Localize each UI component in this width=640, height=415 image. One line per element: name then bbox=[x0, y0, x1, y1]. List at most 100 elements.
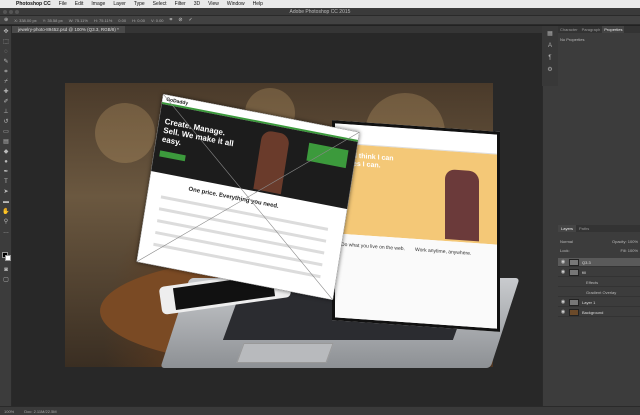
background-color-swatch[interactable] bbox=[5, 255, 11, 261]
commit-transform-icon[interactable]: ✓ bbox=[189, 17, 193, 23]
zoom-window-icon[interactable] bbox=[15, 10, 19, 14]
layer-row[interactable]: ◉ Q3.3 bbox=[558, 258, 640, 267]
layer-row[interactable]: ◉ fill bbox=[558, 268, 640, 277]
layer-name: Layer 1 bbox=[582, 300, 596, 305]
menu-view[interactable]: View bbox=[204, 1, 223, 7]
window-title-bar: Adobe Photoshop CC 2015 bbox=[0, 8, 640, 16]
minimize-window-icon[interactable] bbox=[9, 10, 13, 14]
tab-character[interactable]: Character bbox=[558, 26, 580, 33]
history-brush-tool-icon[interactable]: ↺ bbox=[2, 118, 10, 126]
properties-panel-tabs: Character Paragraph Properties bbox=[558, 26, 640, 33]
layer-effect-name: Gradient Overlay bbox=[586, 290, 617, 295]
eye-icon[interactable]: ◉ bbox=[560, 268, 566, 277]
lock-label: Lock: bbox=[560, 248, 570, 253]
warp-icon[interactable]: ⌗ bbox=[170, 17, 173, 23]
layers-panel-tabs: Layers Paths bbox=[558, 225, 640, 232]
zoom-tool-icon[interactable]: ⚲ bbox=[2, 218, 10, 226]
eyedropper-tool-icon[interactable]: ⌿ bbox=[2, 78, 10, 86]
transform-tool-icon[interactable]: ⊕ bbox=[4, 17, 8, 23]
eye-icon[interactable]: ◉ bbox=[560, 258, 566, 267]
zoom-level[interactable]: 100% bbox=[4, 409, 14, 414]
width-field[interactable]: W: 75.11% bbox=[69, 18, 88, 23]
menu-file[interactable]: File bbox=[55, 1, 71, 7]
properties-panel-icon[interactable]: ⚙ bbox=[546, 66, 554, 74]
h-skew-field[interactable]: H: 0.00 bbox=[132, 18, 145, 23]
blend-mode-select[interactable]: Normal bbox=[560, 239, 573, 245]
crop-tool-icon[interactable]: ⌗ bbox=[2, 68, 10, 76]
layer-row[interactable]: ◉ Background bbox=[558, 308, 640, 317]
layer-lock-row: Lock: Fill: 100% bbox=[560, 248, 638, 254]
opacity-field[interactable]: Opacity: 100% bbox=[612, 239, 638, 245]
menu-window[interactable]: Window bbox=[223, 1, 249, 7]
x-position-field[interactable]: X: 338.00 px bbox=[14, 18, 36, 23]
eye-icon[interactable]: ◉ bbox=[560, 298, 566, 307]
v-skew-field[interactable]: V: 0.00 bbox=[151, 18, 164, 23]
pen-tool-icon[interactable]: ✒ bbox=[2, 168, 10, 176]
layer-thumbnail bbox=[569, 309, 579, 316]
path-select-tool-icon[interactable]: ➤ bbox=[2, 188, 10, 196]
layer-thumbnail bbox=[569, 259, 579, 266]
height-field[interactable]: H: 75.11% bbox=[94, 18, 112, 23]
menu-image[interactable]: Image bbox=[87, 1, 109, 7]
layer-blend-row: Normal Opacity: 100% bbox=[560, 239, 638, 245]
menu-select[interactable]: Select bbox=[149, 1, 171, 7]
paragraph-panel-icon[interactable]: ¶ bbox=[546, 54, 554, 62]
tab-paragraph[interactable]: Paragraph bbox=[580, 26, 603, 33]
menu-help[interactable]: Help bbox=[249, 1, 267, 7]
menu-app-name[interactable]: Photoshop CC bbox=[12, 1, 55, 7]
character-panel-icon[interactable]: A bbox=[546, 42, 554, 50]
window-title: Adobe Photoshop CC 2015 bbox=[289, 9, 351, 15]
menu-layer[interactable]: Layer bbox=[109, 1, 130, 7]
options-bar: ⊕ X: 338.00 px Y: 35.58 px W: 75.11% H: … bbox=[0, 16, 640, 25]
layer-thumbnail bbox=[569, 269, 579, 276]
layer-name: fill bbox=[582, 270, 586, 275]
lasso-tool-icon[interactable]: ◌ bbox=[2, 48, 10, 56]
healing-tool-icon[interactable]: ✚ bbox=[2, 88, 10, 96]
layer-effects-row[interactable]: Effects bbox=[558, 278, 640, 287]
type-tool-icon[interactable]: T bbox=[2, 178, 10, 186]
more-tools-icon[interactable]: … bbox=[2, 228, 10, 236]
laptop-trackpad bbox=[236, 343, 334, 363]
angle-field[interactable]: 0.00 bbox=[118, 18, 126, 23]
y-position-field[interactable]: Y: 35.58 px bbox=[43, 18, 63, 23]
tab-properties[interactable]: Properties bbox=[602, 26, 625, 33]
menu-bar: Photoshop CC File Edit Image Layer Type … bbox=[0, 0, 640, 8]
gradient-tool-icon[interactable]: ▤ bbox=[2, 138, 10, 146]
eye-icon[interactable]: ◉ bbox=[560, 308, 566, 317]
menu-type[interactable]: Type bbox=[130, 1, 149, 7]
layer-row[interactable]: ◉ Layer 1 bbox=[558, 298, 640, 307]
move-tool-icon[interactable]: ✥ bbox=[2, 28, 10, 36]
layer-name: Q3.3 bbox=[582, 260, 591, 265]
tab-layers[interactable]: Layers bbox=[558, 225, 577, 232]
menu-edit[interactable]: Edit bbox=[71, 1, 88, 7]
status-bar: 100% Doc: 2.11M/22.5M bbox=[0, 406, 640, 415]
quick-select-tool-icon[interactable]: ✎ bbox=[2, 58, 10, 66]
layer-effect-row[interactable]: Gradient Overlay bbox=[558, 288, 640, 297]
screen-hero-person bbox=[445, 169, 479, 242]
marquee-tool-icon[interactable]: ⬚ bbox=[2, 38, 10, 46]
tab-paths[interactable]: Paths bbox=[576, 225, 592, 232]
dodge-tool-icon[interactable]: ● bbox=[2, 158, 10, 166]
quick-mask-icon[interactable]: ◙ bbox=[2, 266, 10, 274]
history-panel-icon[interactable]: ▦ bbox=[546, 30, 554, 38]
fill-field[interactable]: Fill: 100% bbox=[620, 248, 638, 254]
hand-tool-icon[interactable]: ✋ bbox=[2, 208, 10, 216]
blur-tool-icon[interactable]: ◆ bbox=[2, 148, 10, 156]
document-tab[interactable]: jewelry-photo-89452.psd @ 100% (Q3.3, RG… bbox=[12, 26, 125, 33]
document-size: Doc: 2.11M/22.5M bbox=[24, 408, 57, 414]
close-window-icon[interactable] bbox=[3, 10, 7, 14]
screen-bottom-right-text: Work anytime, anywhere. bbox=[415, 246, 472, 257]
window-controls bbox=[3, 10, 19, 14]
shape-tool-icon[interactable]: ▬ bbox=[2, 198, 10, 206]
menu-filter[interactable]: Filter bbox=[171, 1, 190, 7]
clone-stamp-tool-icon[interactable]: ⊥ bbox=[2, 108, 10, 116]
screen-hero: Yes I think I can is Yes I can. bbox=[335, 143, 497, 245]
cancel-transform-icon[interactable]: ⊘ bbox=[178, 17, 182, 23]
collapsed-panel-icons: ▦ A ¶ ⚙ bbox=[542, 26, 558, 86]
screen-mode-icon[interactable]: ▢ bbox=[2, 276, 10, 284]
eraser-tool-icon[interactable]: ▭ bbox=[2, 128, 10, 136]
layer-effect-name: Effects bbox=[586, 280, 599, 285]
brush-tool-icon[interactable]: ✐ bbox=[2, 98, 10, 106]
layer-name: Background bbox=[582, 310, 604, 315]
menu-3d[interactable]: 3D bbox=[190, 1, 204, 7]
